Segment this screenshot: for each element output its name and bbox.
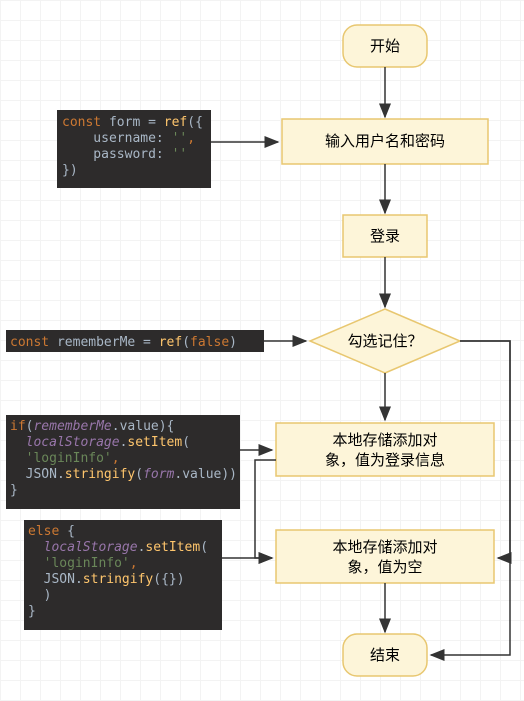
- node-store1-label-a: 本地存储添加对: [332, 432, 437, 449]
- node-store2-label-a: 本地存储添加对: [332, 539, 437, 556]
- node-store1-label-b: 象，值为登录信息: [325, 452, 445, 469]
- code-remember-text: const rememberMe = ref(false): [10, 335, 237, 350]
- node-start-label: 开始: [370, 38, 400, 55]
- node-decide-label: 勾选记住？: [347, 333, 422, 350]
- node-store2-label-b: 象，值为空: [347, 559, 422, 576]
- node-end-label: 结束: [370, 647, 400, 664]
- node-login-label: 登录: [370, 228, 400, 245]
- flowchart-canvas: 开始 输入用户名和密码 const form = ref({ username:…: [0, 0, 524, 701]
- node-input-label: 输入用户名和密码: [325, 133, 445, 150]
